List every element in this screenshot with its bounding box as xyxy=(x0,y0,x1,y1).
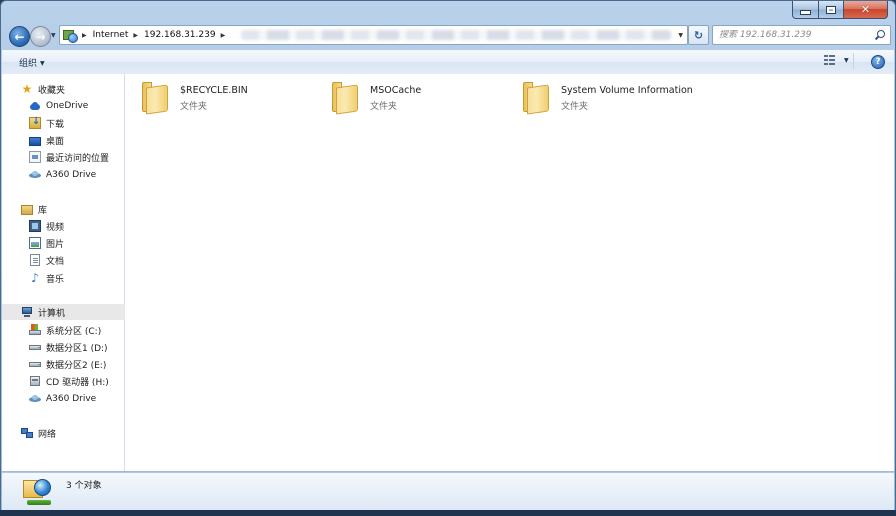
drive-icon xyxy=(29,358,41,370)
search-icon[interactable] xyxy=(874,30,885,41)
breadcrumb-host[interactable]: 192.168.31.239 xyxy=(144,30,216,40)
folder-name: $RECYCLE.BIN xyxy=(180,85,248,96)
search-box[interactable] xyxy=(712,25,891,45)
sidebar-item-computer[interactable]: 计算机 xyxy=(2,304,143,320)
help-icon[interactable]: ? xyxy=(871,55,885,69)
command-bar: 组织 ▼ ▼ ? xyxy=(2,49,894,75)
network-icon xyxy=(21,427,33,439)
star-icon: ★ xyxy=(21,82,33,96)
folder-item[interactable]: MSOCache 文件夹 xyxy=(329,80,514,116)
folder-icon xyxy=(520,80,552,115)
folder-item[interactable]: System Volume Information 文件夹 xyxy=(520,80,705,116)
maximize-button[interactable] xyxy=(819,1,844,19)
item-count: 3 个对象 xyxy=(66,481,102,491)
cd-drive-icon xyxy=(29,375,41,387)
breadcrumb-separator-icon[interactable]: ▶ xyxy=(133,32,138,39)
computer-icon xyxy=(21,306,33,318)
download-icon xyxy=(29,116,41,129)
video-icon xyxy=(29,220,41,232)
change-view-button[interactable]: ▼ xyxy=(824,55,849,65)
folder-type: 文件夹 xyxy=(561,102,589,112)
network-location-icon xyxy=(21,477,53,509)
system-drive-icon xyxy=(29,324,41,336)
blurred-address-region xyxy=(241,30,672,40)
libraries-icon xyxy=(21,205,33,215)
back-arrow-icon: ← xyxy=(14,29,25,44)
address-bar[interactable]: ▶ Internet ▶ 192.168.31.239 ▶ ▼ xyxy=(59,25,688,45)
recent-places-icon xyxy=(29,151,41,163)
close-button[interactable]: ✕ xyxy=(844,1,888,19)
folder-name: System Volume Information xyxy=(561,85,693,96)
breadcrumb-separator-icon[interactable]: ▶ xyxy=(82,32,87,39)
refresh-icon: ↻ xyxy=(693,28,704,42)
file-list: $RECYCLE.BIN 文件夹 MSOCache 文件夹 System Vol… xyxy=(125,74,885,471)
search-input[interactable] xyxy=(719,30,869,40)
a360-drive-icon xyxy=(29,169,41,181)
desktop-icon xyxy=(29,136,41,146)
picture-icon xyxy=(29,237,41,249)
folder-type: 文件夹 xyxy=(180,102,208,112)
caption-buttons: ✕ xyxy=(792,1,888,19)
recent-pages-dropdown[interactable]: ▼ xyxy=(51,32,56,39)
a360-drive-icon xyxy=(29,393,41,405)
sidebar-item-favorites[interactable]: ★ 收藏夹 xyxy=(2,81,143,97)
drive-icon xyxy=(29,341,41,353)
document-icon xyxy=(30,254,40,266)
maximize-icon xyxy=(826,5,836,14)
chevron-down-icon: ▼ xyxy=(844,56,849,64)
chevron-down-icon: ▼ xyxy=(40,60,45,67)
details-pane: 3 个对象 xyxy=(2,472,894,511)
toolbar-divider xyxy=(853,53,854,69)
folder-item[interactable]: $RECYCLE.BIN 文件夹 xyxy=(139,80,324,116)
explorer-window: ✕ ← → ▼ ▶ Internet ▶ 192.168.31.239 ▶ ▼ … xyxy=(0,0,896,516)
breadcrumb-separator-icon[interactable]: ▶ xyxy=(221,32,226,39)
music-icon: ♪ xyxy=(31,271,39,285)
network-globe-icon xyxy=(63,28,78,43)
address-dropdown-icon[interactable]: ▼ xyxy=(678,32,683,39)
sidebar-item-libraries[interactable]: 库 xyxy=(2,201,143,217)
content-edge xyxy=(885,74,894,471)
refresh-button[interactable]: ↻ xyxy=(688,25,709,45)
organize-button[interactable]: 组织 ▼ xyxy=(19,56,45,69)
minimize-icon xyxy=(800,9,811,15)
folder-icon xyxy=(329,80,361,115)
organize-label: 组织 xyxy=(19,59,38,69)
cloud-icon xyxy=(29,100,41,112)
folder-icon xyxy=(139,80,171,115)
folder-name: MSOCache xyxy=(370,85,422,96)
minimize-button[interactable] xyxy=(792,1,819,19)
back-button[interactable]: ← xyxy=(9,26,30,47)
folder-type: 文件夹 xyxy=(370,102,398,112)
breadcrumb-internet[interactable]: Internet xyxy=(93,30,129,40)
forward-arrow-icon: → xyxy=(35,29,46,44)
forward-button[interactable]: → xyxy=(30,26,51,47)
close-icon: ✕ xyxy=(860,3,871,16)
taskbar-edge xyxy=(0,510,896,516)
sidebar-item-network[interactable]: 网络 xyxy=(2,425,143,441)
navigation-pane: ★ 收藏夹 OneDrive 下载 桌面 最近访问的位置 A360 Drive … xyxy=(2,74,143,471)
view-options-icon xyxy=(824,55,835,65)
